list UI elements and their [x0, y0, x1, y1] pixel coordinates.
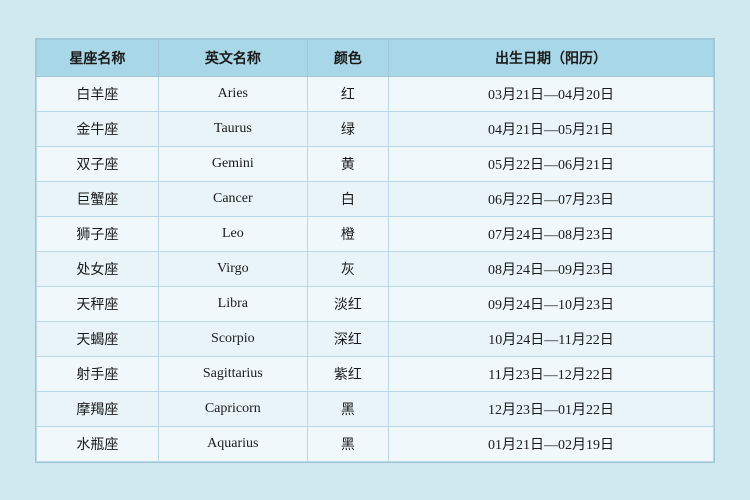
cell-color: 淡红 — [307, 286, 388, 321]
cell-english-name: Cancer — [158, 181, 307, 216]
cell-birth-date: 03月21日—04月20日 — [389, 76, 714, 111]
cell-chinese-name: 巨蟹座 — [37, 181, 159, 216]
cell-chinese-name: 天秤座 — [37, 286, 159, 321]
table-row: 射手座Sagittarius紫红11月23日—12月22日 — [37, 356, 714, 391]
table-row: 天蝎座Scorpio深红10月24日—11月22日 — [37, 321, 714, 356]
table-row: 双子座Gemini黄05月22日—06月21日 — [37, 146, 714, 181]
table-body: 白羊座Aries红03月21日—04月20日金牛座Taurus绿04月21日—0… — [37, 76, 714, 461]
cell-english-name: Sagittarius — [158, 356, 307, 391]
zodiac-table: 星座名称 英文名称 颜色 出生日期（阳历） 白羊座Aries红03月21日—04… — [36, 39, 714, 462]
table-row: 巨蟹座Cancer白06月22日—07月23日 — [37, 181, 714, 216]
cell-english-name: Libra — [158, 286, 307, 321]
cell-chinese-name: 白羊座 — [37, 76, 159, 111]
header-english-name: 英文名称 — [158, 39, 307, 76]
table-row: 狮子座Leo橙07月24日—08月23日 — [37, 216, 714, 251]
table-row: 水瓶座Aquarius黑01月21日—02月19日 — [37, 426, 714, 461]
cell-english-name: Aquarius — [158, 426, 307, 461]
cell-birth-date: 08月24日—09月23日 — [389, 251, 714, 286]
cell-birth-date: 06月22日—07月23日 — [389, 181, 714, 216]
cell-chinese-name: 摩羯座 — [37, 391, 159, 426]
cell-english-name: Aries — [158, 76, 307, 111]
cell-color: 红 — [307, 76, 388, 111]
header-color: 颜色 — [307, 39, 388, 76]
cell-chinese-name: 水瓶座 — [37, 426, 159, 461]
cell-birth-date: 07月24日—08月23日 — [389, 216, 714, 251]
cell-color: 灰 — [307, 251, 388, 286]
cell-chinese-name: 处女座 — [37, 251, 159, 286]
cell-color: 黑 — [307, 391, 388, 426]
cell-color: 绿 — [307, 111, 388, 146]
cell-color: 黄 — [307, 146, 388, 181]
cell-chinese-name: 金牛座 — [37, 111, 159, 146]
table-row: 处女座Virgo灰08月24日—09月23日 — [37, 251, 714, 286]
header-birth-date: 出生日期（阳历） — [389, 39, 714, 76]
header-chinese-name: 星座名称 — [37, 39, 159, 76]
cell-birth-date: 05月22日—06月21日 — [389, 146, 714, 181]
zodiac-table-container: 星座名称 英文名称 颜色 出生日期（阳历） 白羊座Aries红03月21日—04… — [35, 38, 715, 463]
cell-birth-date: 09月24日—10月23日 — [389, 286, 714, 321]
cell-chinese-name: 天蝎座 — [37, 321, 159, 356]
cell-color: 黑 — [307, 426, 388, 461]
cell-color: 橙 — [307, 216, 388, 251]
table-row: 天秤座Libra淡红09月24日—10月23日 — [37, 286, 714, 321]
cell-color: 深红 — [307, 321, 388, 356]
cell-chinese-name: 双子座 — [37, 146, 159, 181]
cell-chinese-name: 射手座 — [37, 356, 159, 391]
cell-english-name: Gemini — [158, 146, 307, 181]
cell-color: 白 — [307, 181, 388, 216]
cell-english-name: Taurus — [158, 111, 307, 146]
cell-chinese-name: 狮子座 — [37, 216, 159, 251]
table-row: 摩羯座Capricorn黑12月23日—01月22日 — [37, 391, 714, 426]
cell-birth-date: 12月23日—01月22日 — [389, 391, 714, 426]
cell-english-name: Scorpio — [158, 321, 307, 356]
cell-birth-date: 04月21日—05月21日 — [389, 111, 714, 146]
cell-color: 紫红 — [307, 356, 388, 391]
cell-birth-date: 11月23日—12月22日 — [389, 356, 714, 391]
cell-english-name: Virgo — [158, 251, 307, 286]
table-row: 白羊座Aries红03月21日—04月20日 — [37, 76, 714, 111]
cell-english-name: Leo — [158, 216, 307, 251]
table-row: 金牛座Taurus绿04月21日—05月21日 — [37, 111, 714, 146]
cell-english-name: Capricorn — [158, 391, 307, 426]
table-header-row: 星座名称 英文名称 颜色 出生日期（阳历） — [37, 39, 714, 76]
cell-birth-date: 10月24日—11月22日 — [389, 321, 714, 356]
cell-birth-date: 01月21日—02月19日 — [389, 426, 714, 461]
